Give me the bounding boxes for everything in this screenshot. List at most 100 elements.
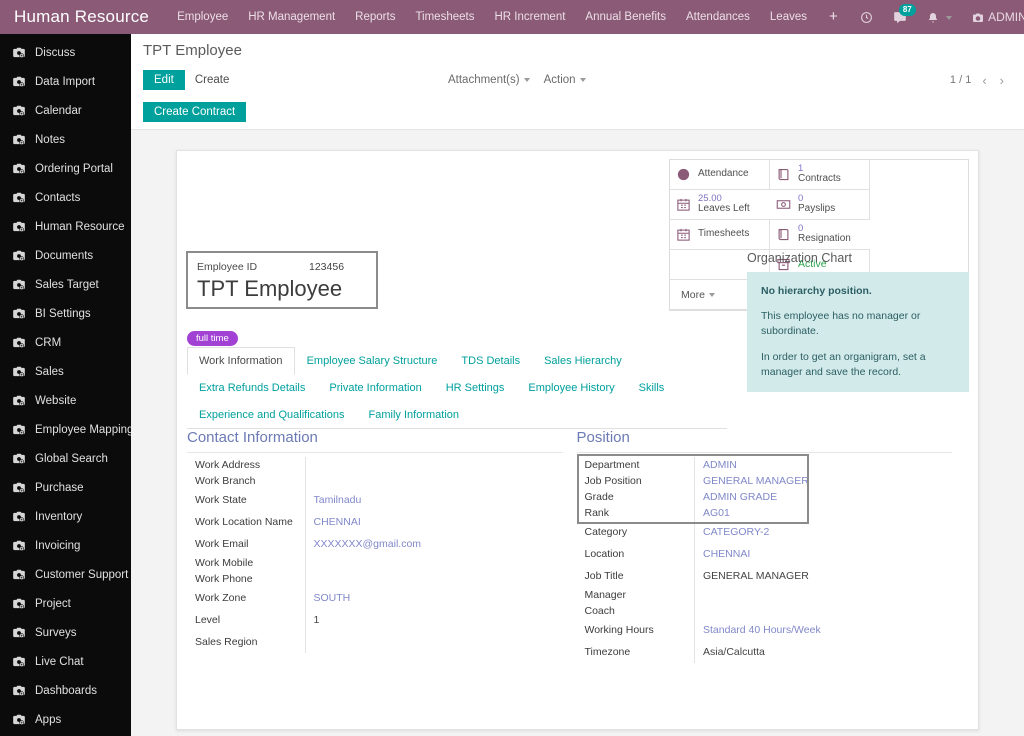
field-value[interactable]: CATEGORY-2 bbox=[694, 521, 952, 543]
create-contract-button[interactable]: Create Contract bbox=[143, 102, 247, 122]
tab-skills[interactable]: Skills bbox=[627, 374, 677, 402]
field-value[interactable]: Asia/Calcutta bbox=[694, 641, 952, 663]
create-button[interactable]: Create bbox=[185, 70, 240, 90]
sidebar-item-project[interactable]: Project bbox=[0, 589, 131, 618]
sidebar-item-label: Calendar bbox=[35, 104, 82, 117]
sidebar-item-customer-support[interactable]: Customer Support bbox=[0, 560, 131, 589]
sidebar-item-label: Global Search bbox=[35, 452, 108, 465]
secondary-action-row: Create Contract bbox=[143, 95, 1012, 129]
top-menu-item[interactable]: Reports bbox=[345, 0, 405, 34]
attachments-dropdown[interactable]: Attachment(s) bbox=[448, 74, 530, 86]
sidebar-item-ordering-portal[interactable]: Ordering Portal bbox=[0, 154, 131, 183]
sidebar-item-employee-mapping[interactable]: Employee Mapping bbox=[0, 415, 131, 444]
field-label: Work Branch bbox=[195, 475, 256, 487]
broken-image-icon bbox=[12, 568, 26, 582]
sidebar-item-human-resource[interactable]: Human Resource bbox=[0, 212, 131, 241]
clock-icon[interactable] bbox=[850, 0, 883, 34]
tab-hr-settings[interactable]: HR Settings bbox=[434, 374, 517, 402]
employment-type-tag[interactable]: full time bbox=[187, 331, 238, 346]
edit-button[interactable]: Edit bbox=[143, 70, 185, 90]
top-menu-item[interactable]: HR Management bbox=[238, 0, 345, 34]
stat-button-timesheets[interactable]: Timesheets bbox=[670, 220, 770, 250]
sidebar-item-calendar[interactable]: Calendar bbox=[0, 96, 131, 125]
sidebar-item-inventory[interactable]: Inventory bbox=[0, 502, 131, 531]
field-value bbox=[304, 571, 563, 587]
sidebar-item-documents[interactable]: Documents bbox=[0, 241, 131, 270]
field-label: Sales Region bbox=[195, 636, 258, 648]
sidebar-item-dashboards[interactable]: Dashboards bbox=[0, 676, 131, 705]
user-name-label: ADMINISTRATOR bbox=[988, 10, 1024, 24]
sidebar-item-global-search[interactable]: Global Search bbox=[0, 444, 131, 473]
tab-sales-hierarchy[interactable]: Sales Hierarchy bbox=[532, 347, 634, 375]
form-notebook-tabs: Work Information Employee Salary Structur… bbox=[187, 347, 727, 429]
tab-employee-salary-structure[interactable]: Employee Salary Structure bbox=[295, 347, 450, 375]
field-value[interactable]: ADMIN bbox=[694, 457, 952, 473]
main-content: TPT Employee Edit Create Attachment(s) A… bbox=[131, 34, 1024, 736]
top-menu-item[interactable]: Timesheets bbox=[405, 0, 484, 34]
sidebar-item-notes[interactable]: Notes bbox=[0, 125, 131, 154]
stat-button-resignation[interactable]: 0 Resignation bbox=[770, 220, 870, 250]
field-value[interactable]: GENERAL MANAGER bbox=[694, 565, 952, 587]
sidebar-item-surveys[interactable]: Surveys bbox=[0, 618, 131, 647]
field-value[interactable]: CHENNAI bbox=[304, 511, 563, 533]
user-menu[interactable]: ADMINISTRATOR bbox=[962, 0, 1024, 34]
chevron-down-icon bbox=[523, 77, 530, 82]
field-value[interactable]: 1 bbox=[304, 609, 563, 631]
sidebar-item-apps[interactable]: Apps bbox=[0, 705, 131, 734]
stat-button-payslips[interactable]: 0 Payslips bbox=[770, 190, 870, 220]
sidebar-item-contacts[interactable]: Contacts bbox=[0, 183, 131, 212]
sidebar-item-invoicing[interactable]: Invoicing bbox=[0, 531, 131, 560]
app-brand-title[interactable]: Human Resource bbox=[0, 7, 167, 27]
field-value[interactable]: Standard 40 Hours/Week bbox=[694, 619, 952, 641]
action-dropdown[interactable]: Action bbox=[544, 74, 586, 86]
tab-private-information[interactable]: Private Information bbox=[317, 374, 433, 402]
sidebar-item-label: Invoicing bbox=[35, 539, 81, 552]
messages-icon[interactable]: 87 bbox=[883, 0, 917, 34]
sidebar-item-crm[interactable]: CRM bbox=[0, 328, 131, 357]
field-value bbox=[304, 631, 563, 653]
stat-button-leaves-left[interactable]: 25.00 Leaves Left bbox=[670, 190, 770, 220]
field-value[interactable]: Tamilnadu bbox=[304, 489, 563, 511]
broken-image-icon bbox=[12, 394, 26, 408]
pager-next-icon[interactable]: › bbox=[998, 73, 1006, 88]
sidebar[interactable]: Discuss Data Import Calendar Notes Ordering … bbox=[0, 34, 131, 736]
top-menu-item[interactable]: Attendances bbox=[676, 0, 760, 34]
tab-employee-history[interactable]: Employee History bbox=[516, 374, 626, 402]
add-menu-icon[interactable]: + bbox=[817, 0, 850, 34]
org-message-line-3: In order to get an organigram, set a man… bbox=[761, 350, 926, 378]
field-value[interactable]: AG01 bbox=[694, 505, 952, 521]
sidebar-item-data-import[interactable]: Data Import bbox=[0, 67, 131, 96]
field-value[interactable]: ADMIN GRADE bbox=[694, 489, 952, 505]
top-menu-item[interactable]: Leaves bbox=[760, 0, 817, 34]
field-value[interactable]: XXXXXXX@gmail.com bbox=[304, 533, 563, 555]
stat-button-attendance[interactable]: Attendance bbox=[670, 160, 770, 190]
field-row: Work Zone SOUTH bbox=[187, 587, 563, 609]
tab-family-information[interactable]: Family Information bbox=[357, 401, 471, 429]
field-value[interactable]: CHENNAI bbox=[694, 543, 952, 565]
bell-icon[interactable] bbox=[917, 0, 962, 34]
employee-name[interactable]: TPT Employee bbox=[197, 275, 367, 303]
tab-extra-refunds-details[interactable]: Extra Refunds Details bbox=[187, 374, 317, 402]
top-menu-item[interactable]: Annual Benefits bbox=[575, 0, 676, 34]
sidebar-item-purchase[interactable]: Purchase bbox=[0, 473, 131, 502]
field-value[interactable]: GENERAL MANAGER bbox=[694, 473, 952, 489]
sidebar-item-bi-settings[interactable]: BI Settings bbox=[0, 299, 131, 328]
sidebar-item-discuss[interactable]: Discuss bbox=[0, 38, 131, 67]
tab-experience-and-qualifications[interactable]: Experience and Qualifications bbox=[187, 401, 357, 429]
sidebar-item-sales-target[interactable]: Sales Target bbox=[0, 270, 131, 299]
tab-work-information[interactable]: Work Information bbox=[187, 347, 295, 375]
broken-image-icon bbox=[12, 307, 26, 321]
top-menu-item[interactable]: Employee bbox=[167, 0, 238, 34]
employee-id-value[interactable]: 123456 bbox=[309, 261, 344, 273]
top-menu-item[interactable]: HR Increment bbox=[484, 0, 575, 34]
sidebar-item-label: Sales Target bbox=[35, 278, 99, 291]
field-value[interactable]: SOUTH bbox=[304, 587, 563, 609]
pager-previous-icon[interactable]: ‹ bbox=[980, 73, 988, 88]
sidebar-item-website[interactable]: Website bbox=[0, 386, 131, 415]
stat-button-contracts[interactable]: 1 Contracts bbox=[770, 160, 870, 190]
tab-tds-details[interactable]: TDS Details bbox=[449, 347, 532, 375]
field-label: Work Location Name bbox=[195, 516, 293, 528]
sidebar-item-sales[interactable]: Sales bbox=[0, 357, 131, 386]
sidebar-item-live-chat[interactable]: Live Chat bbox=[0, 647, 131, 676]
field-row: Work State Tamilnadu bbox=[187, 489, 563, 511]
